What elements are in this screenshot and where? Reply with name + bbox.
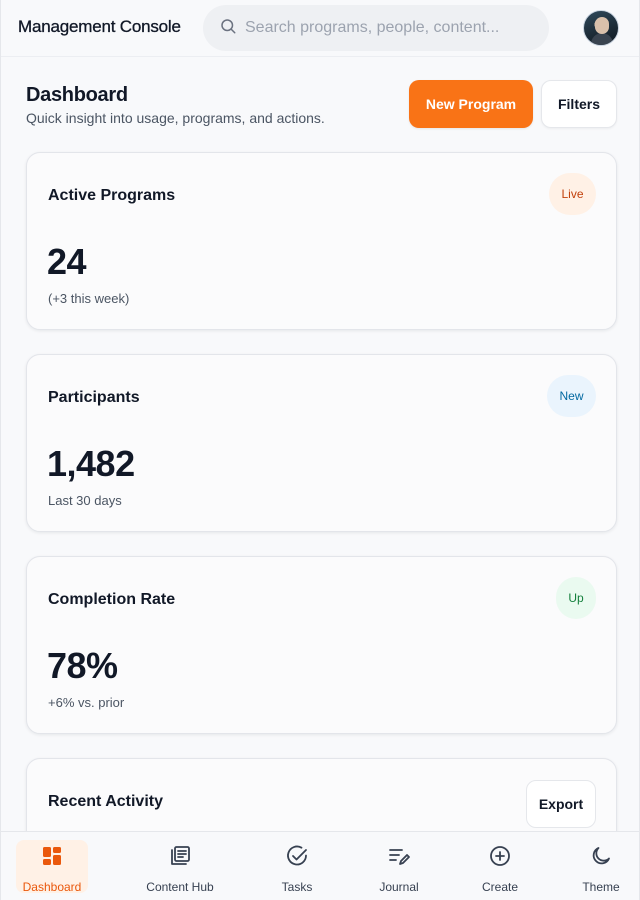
nav-label: Create bbox=[481, 880, 519, 894]
content-hub-icon bbox=[168, 840, 192, 873]
nav-item-dashboard[interactable]: Dashboard bbox=[16, 840, 88, 894]
nav-label: Content Hub bbox=[146, 880, 214, 894]
card-title: Participants bbox=[48, 389, 140, 406]
filters-button[interactable]: Filters bbox=[541, 80, 617, 128]
metric-value: 78% bbox=[47, 645, 118, 686]
plus-circle-icon bbox=[488, 840, 512, 873]
search-input[interactable] bbox=[245, 19, 535, 37]
export-button[interactable]: Export bbox=[526, 780, 596, 828]
search-icon bbox=[219, 17, 237, 40]
nav-item-theme[interactable]: Theme bbox=[565, 840, 637, 894]
app-title: Management Console bbox=[18, 17, 181, 36]
metric-note: +6% vs. prior bbox=[48, 695, 125, 710]
app-frame: Management Console Dashboard Quick insig… bbox=[0, 0, 640, 900]
nav-label: Tasks bbox=[281, 880, 313, 894]
top-bar: Management Console bbox=[1, 0, 639, 57]
status-badge: New bbox=[547, 375, 596, 417]
metric-value: 24 bbox=[47, 241, 87, 282]
status-badge: Live bbox=[549, 173, 596, 215]
nav-item-create[interactable]: Create bbox=[464, 840, 536, 894]
metric-note: (+3 this week) bbox=[48, 291, 130, 306]
card-title: Recent Activity bbox=[48, 793, 163, 810]
metric-note: Last 30 days bbox=[48, 493, 122, 508]
journal-icon bbox=[387, 840, 411, 873]
participants-card: Participants New 1,482 Last 30 days bbox=[26, 354, 617, 532]
nav-item-journal[interactable]: Journal bbox=[363, 840, 435, 894]
page-subtitle: Quick insight into usage, programs, and … bbox=[26, 110, 325, 126]
metric-value: 1,482 bbox=[47, 443, 135, 484]
nav-item-tasks[interactable]: Tasks bbox=[261, 840, 333, 894]
bottom-nav: Dashboard Content Hub Tasks Journal Crea… bbox=[1, 831, 639, 900]
dashboard-icon bbox=[40, 840, 64, 873]
card-title: Completion Rate bbox=[48, 591, 176, 608]
moon-icon bbox=[589, 840, 613, 873]
page-title: Dashboard bbox=[26, 84, 128, 106]
status-badge: Up bbox=[556, 577, 596, 619]
completion-rate-card: Completion Rate Up 78% +6% vs. prior bbox=[26, 556, 617, 734]
search-bar[interactable] bbox=[203, 5, 549, 51]
card-title: Active Programs bbox=[48, 187, 176, 204]
nav-item-content-hub[interactable]: Content Hub bbox=[144, 840, 216, 894]
nav-label: Theme bbox=[582, 880, 620, 894]
active-programs-card: Active Programs Live 24 (+3 this week) bbox=[26, 152, 617, 330]
avatar[interactable] bbox=[583, 10, 619, 46]
new-program-button[interactable]: New Program bbox=[409, 80, 533, 128]
tasks-check-icon bbox=[285, 840, 309, 873]
nav-label: Journal bbox=[379, 880, 419, 894]
nav-label: Dashboard bbox=[22, 880, 82, 894]
